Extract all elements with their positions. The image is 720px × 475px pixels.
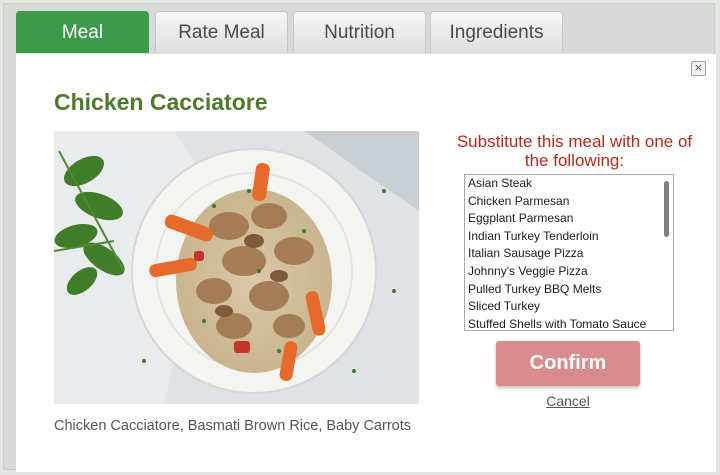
list-item[interactable]: Sliced Turkey: [465, 298, 673, 316]
app-frame: Meal Rate Meal Nutrition Ingredients × C…: [3, 3, 716, 472]
tab-rate-meal[interactable]: Rate Meal: [155, 11, 288, 53]
substitute-listbox[interactable]: Asian Steak Chicken Parmesan Eggplant Pa…: [464, 174, 674, 331]
list-item[interactable]: Johnny's Veggie Pizza: [465, 263, 673, 281]
list-item[interactable]: Stuffed Shells with Tomato Sauce: [465, 316, 673, 330]
close-icon[interactable]: ×: [691, 61, 706, 76]
list-item[interactable]: Chicken Parmesan: [465, 193, 673, 211]
list-item[interactable]: Eggplant Parmesan: [465, 210, 673, 228]
meal-photo: [54, 131, 419, 404]
meal-dialog: × Chicken Cacciatore Chicken Cacciatore,…: [16, 53, 716, 472]
confirm-button[interactable]: Confirm: [496, 341, 640, 386]
cancel-link[interactable]: Cancel: [496, 393, 640, 409]
tab-meal[interactable]: Meal: [16, 11, 149, 53]
tab-ingredients[interactable]: Ingredients: [430, 11, 563, 53]
meal-title: Chicken Cacciatore: [54, 89, 268, 115]
listbox-scrollbar[interactable]: [664, 181, 669, 237]
substitute-heading: Substitute this meal with one of the fol…: [456, 132, 693, 170]
meal-caption: Chicken Cacciatore, Basmati Brown Rice, …: [54, 418, 411, 434]
list-item[interactable]: Italian Sausage Pizza: [465, 245, 673, 263]
list-item[interactable]: Indian Turkey Tenderloin: [465, 228, 673, 246]
list-item[interactable]: Pulled Turkey BBQ Melts: [465, 281, 673, 299]
tab-nutrition[interactable]: Nutrition: [293, 11, 426, 53]
list-item[interactable]: Asian Steak: [465, 175, 673, 193]
